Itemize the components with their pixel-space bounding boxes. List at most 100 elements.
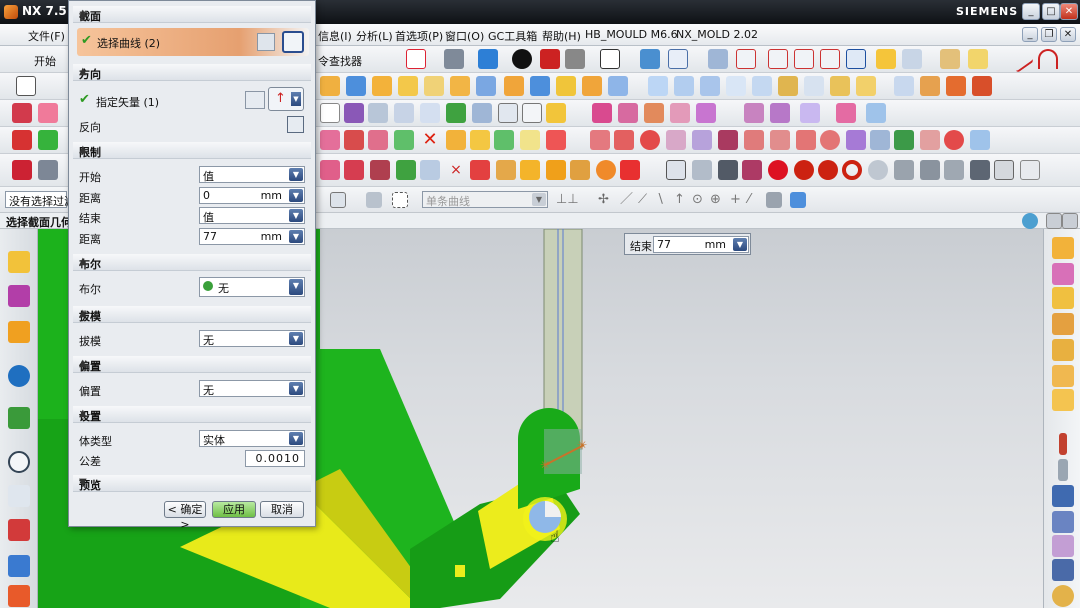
ok-button[interactable]: < 确定 > [164, 501, 206, 531]
hole-icon[interactable] [424, 76, 444, 96]
component-icon[interactable] [870, 130, 890, 150]
globe-icon[interactable] [1022, 213, 1038, 229]
wcs-origin-icon[interactable] [768, 49, 788, 69]
start-menu-label[interactable]: 开始 [34, 53, 56, 69]
offset-header[interactable]: 偏置 ▲ [73, 356, 311, 373]
draft-header[interactable]: 拔模 ▲ [73, 306, 311, 323]
maximize-button[interactable]: □ [1042, 3, 1060, 20]
pin-icon[interactable] [1020, 160, 1040, 180]
screw-tool-icon[interactable] [1058, 459, 1068, 481]
rotate-icon[interactable] [640, 130, 660, 150]
curve-icon[interactable] [282, 31, 304, 53]
wcs-dynamic-icon[interactable] [820, 49, 840, 69]
stack-tool-icon[interactable] [1052, 485, 1074, 507]
rectangle-select-icon[interactable] [392, 192, 408, 208]
cancel-button[interactable]: 取消 [260, 501, 304, 518]
slider-icon[interactable] [670, 103, 690, 123]
spline-icon[interactable] [946, 76, 966, 96]
magenta-icon[interactable] [742, 160, 762, 180]
menu-info[interactable]: 信息(I) [318, 28, 352, 44]
yellow-z-icon[interactable] [546, 160, 566, 180]
view-full-icon[interactable] [1062, 213, 1078, 229]
wcs-rotate-icon[interactable] [794, 49, 814, 69]
circle-icon[interactable] [820, 130, 840, 150]
table-icon[interactable] [666, 160, 686, 180]
orange-ball-icon[interactable] [596, 160, 616, 180]
direction-header[interactable]: 方向 ▲ [73, 64, 311, 81]
cube-view-icon[interactable] [478, 49, 498, 69]
reuse-library-icon[interactable] [8, 407, 30, 429]
doc-restore-button[interactable]: ❐ [1041, 27, 1057, 42]
split-body-icon[interactable] [752, 76, 772, 96]
menu-gc-toolkit[interactable]: GC工具箱 [488, 28, 537, 44]
box-icon[interactable] [446, 130, 466, 150]
limits-header[interactable]: 限制 ▲ [73, 142, 311, 159]
snap-center-icon[interactable]: ⊙ [692, 192, 708, 208]
hatch-icon[interactable] [718, 160, 738, 180]
mold-base-icon[interactable] [592, 103, 612, 123]
view-fit-icon[interactable] [970, 130, 990, 150]
warning-icon[interactable] [470, 130, 490, 150]
green-diamond-icon[interactable] [38, 130, 58, 150]
sphere-icon[interactable] [582, 76, 602, 96]
constraint-icon[interactable] [894, 130, 914, 150]
cone-icon[interactable] [556, 76, 576, 96]
reverse-direction-icon[interactable] [287, 116, 304, 133]
wcs-icon[interactable] [736, 49, 756, 69]
curve-rule-select[interactable]: 单条曲线 ▼ [422, 191, 548, 208]
surface-icon[interactable] [894, 76, 914, 96]
patch-icon[interactable] [520, 130, 540, 150]
wcs-orient-icon[interactable] [846, 49, 866, 69]
boolean-select[interactable]: 无 ▼ [199, 277, 305, 297]
selection-scope-icon[interactable] [330, 192, 346, 208]
dark-block-icon[interactable] [370, 160, 390, 180]
trim-icon[interactable] [590, 130, 610, 150]
refresh-icon[interactable] [944, 130, 964, 150]
runner-icon[interactable] [836, 103, 856, 123]
settings-header[interactable]: 设置 ▲ [73, 406, 311, 423]
cooling-icon[interactable] [866, 103, 886, 123]
end-type-select[interactable]: 值 ▼ [199, 207, 305, 224]
apply-button[interactable]: 应用 [212, 501, 256, 518]
column-icon[interactable] [692, 160, 712, 180]
hourglass-icon[interactable] [546, 103, 566, 123]
system-materials-icon[interactable] [8, 555, 30, 577]
clock-icon[interactable] [498, 103, 518, 123]
red-disc3-icon[interactable] [818, 160, 838, 180]
subtract-icon[interactable] [718, 130, 738, 150]
offset-face-icon[interactable] [700, 76, 720, 96]
plate-tool-icon[interactable] [1052, 511, 1074, 533]
pull-face-icon[interactable] [320, 160, 340, 180]
red-block-icon[interactable] [344, 160, 364, 180]
bend-tool-icon[interactable] [1052, 535, 1074, 557]
extend-icon[interactable] [614, 130, 634, 150]
electrode-icon[interactable] [770, 103, 790, 123]
snap-perp-icon[interactable]: ↑ [674, 192, 690, 208]
mold-wizard-icon[interactable] [12, 103, 32, 123]
doc-close-button[interactable]: ✕ [1060, 27, 1076, 42]
history-icon[interactable] [8, 451, 30, 473]
dimension-icon[interactable] [344, 130, 364, 150]
snap-quadrant-icon[interactable]: ⊕ [710, 192, 726, 208]
mold-box-icon[interactable] [1052, 287, 1074, 309]
family-mold-icon[interactable] [420, 103, 440, 123]
replace-icon[interactable] [920, 130, 940, 150]
thicken-icon[interactable] [674, 76, 694, 96]
yellow-y-icon[interactable] [520, 160, 540, 180]
ring-icon[interactable] [842, 160, 862, 180]
stack-icon[interactable] [970, 160, 990, 180]
mold-insert-icon[interactable] [1052, 339, 1074, 361]
web-browser-icon[interactable] [8, 485, 30, 507]
snap-arc-icon[interactable]: ⁄ [748, 192, 764, 208]
red-disc-icon[interactable] [768, 160, 788, 180]
tolerance-input[interactable]: 0.0010 [245, 450, 305, 467]
block-icon[interactable] [504, 76, 524, 96]
screw-icon[interactable] [920, 160, 940, 180]
flag-icon[interactable] [994, 160, 1014, 180]
mold-edit-icon[interactable] [1052, 365, 1074, 387]
part-navigator-icon[interactable] [8, 321, 30, 343]
snap-icon[interactable] [876, 49, 896, 69]
tube-icon[interactable] [398, 76, 418, 96]
line-icon[interactable] [1006, 45, 1034, 73]
background-icon[interactable] [600, 49, 620, 69]
